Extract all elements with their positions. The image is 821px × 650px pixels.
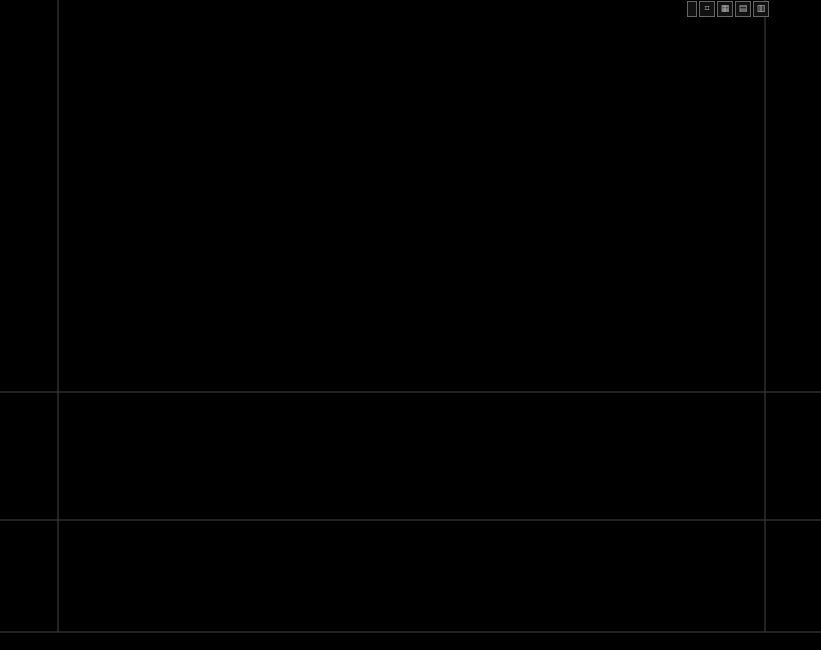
pin-icon[interactable]: ▥: [753, 1, 769, 17]
settings-icon[interactable]: ⌗: [699, 1, 715, 17]
expand-icon[interactable]: ▤: [735, 1, 751, 17]
chart: [0, 0, 821, 633]
toolbar: ⌗ ▦ ▤ ▥: [687, 1, 769, 17]
grid-icon[interactable]: ▦: [717, 1, 733, 17]
theme-select[interactable]: [687, 1, 697, 17]
